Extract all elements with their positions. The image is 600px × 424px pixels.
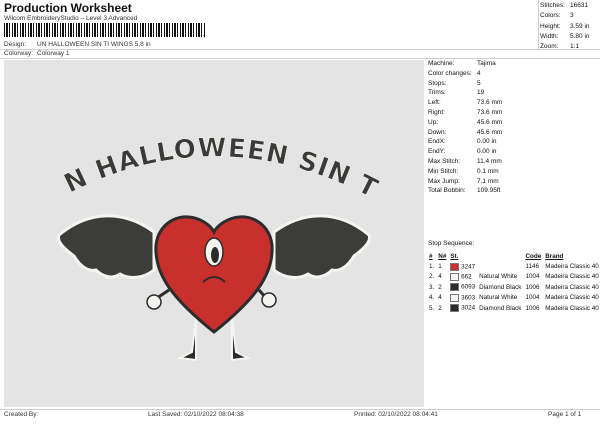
- barcode: [4, 23, 206, 37]
- stat-row: Colors: 3: [540, 12, 574, 20]
- barcode-tail: ,: [203, 28, 206, 38]
- footer-divider: [0, 409, 600, 410]
- info-row: Stops: 5: [428, 79, 481, 87]
- table-row: 4. 4 3603 Natural White 1004 Madeira Cla…: [429, 293, 599, 302]
- col-stop: #: [429, 252, 433, 260]
- left-glove: [146, 294, 162, 310]
- table-row: 3. 2 6093 Diamond Black 1006 Madeira Cla…: [429, 283, 599, 292]
- arched-title-text: UN HALLOWEEN SIN TI: [4, 60, 383, 205]
- stop-sequence-heading: Stop Sequence:: [428, 240, 475, 247]
- colorway-value: Colorway 1: [37, 50, 70, 57]
- info-row: Max Jump: 7.1 mm: [428, 177, 499, 185]
- last-saved: Last Saved: 02/10/2022 08:04:38: [148, 411, 244, 418]
- left-leg: [176, 317, 197, 362]
- stats-divider: [538, 0, 539, 50]
- col-brand: Brand: [545, 252, 564, 260]
- left-bat-wing: [56, 214, 156, 279]
- stat-row: Stitches: 16631: [540, 2, 589, 9]
- design-stats: Stitches: 16631 Colors: 3 Height: 3.59 in W…: [540, 1, 600, 52]
- color-swatch: [450, 293, 460, 302]
- info-row: Trims: 19: [428, 89, 485, 97]
- worksheet-title: Production Worksheet: [4, 1, 132, 15]
- created-by: Created By:: [4, 411, 39, 418]
- right-glove: [261, 292, 277, 308]
- color-swatch: [450, 272, 460, 281]
- embroidery-design: UN HALLOWEEN SIN TI: [0, 37, 383, 362]
- stat-row: Height: 3.59 in: [540, 22, 590, 30]
- design-preview: UN HALLOWEEN SIN TI: [0, 37, 424, 407]
- design-value: UN HALLOWEEN SIN TI WINGS 5,8 in: [37, 41, 151, 48]
- right-leg: [231, 317, 252, 362]
- color-swatch: [450, 304, 460, 313]
- stop-sequence-table: # N# St. Code Brand 1. 1 3247 1146 Madei…: [427, 251, 600, 313]
- info-row: Max Stitch: 11.4 mm: [428, 157, 502, 165]
- software-subtitle: Wilcom EmbroideryStudio – Level 3 Advanc…: [4, 15, 138, 22]
- col-stitches: St.: [450, 252, 459, 260]
- design-label: Design:: [4, 41, 27, 48]
- color-swatch: [450, 262, 460, 271]
- info-row: Color changes: 4: [428, 69, 481, 77]
- table-row: 1. 1 3247 1146 Madeira Classic 40: [429, 262, 599, 271]
- divider: [0, 49, 600, 50]
- col-code: Code: [525, 252, 542, 260]
- machine-info: Machine: Tajima Color changes: 4 Stops: 5 T…: [428, 59, 598, 196]
- table-row: 2. 4 662 Natural White 1004 Madeira Clas…: [429, 272, 599, 281]
- color-swatch: [450, 283, 460, 292]
- table-header-row: # N# St. Code Brand: [427, 251, 600, 261]
- colorway-label: Colorway:: [4, 50, 33, 57]
- info-row: Min Stitch: 0.1 mm: [428, 167, 499, 175]
- page-number: Page 1 of 1: [548, 411, 582, 418]
- info-row: Up: 45.6 mm: [428, 118, 503, 126]
- info-row: Left: 73.6 mm: [428, 99, 503, 107]
- info-row: EndX: 0.00 in: [428, 138, 497, 146]
- info-row: EndY: 0.00 in: [428, 148, 497, 156]
- heart-body: [154, 215, 274, 334]
- info-row: Down: 45.6 mm: [428, 128, 503, 136]
- info-row: Right: 73.6 mm: [428, 108, 503, 116]
- info-row: Total Bobbin: 109.95ft: [428, 187, 501, 195]
- stat-row: Width: 5.80 in: [540, 32, 590, 40]
- heart-pupil: [211, 247, 219, 263]
- printed-date: Printed: 02/10/2022 08:04:41: [354, 411, 438, 418]
- info-row: Machine: Tajima: [428, 60, 496, 67]
- col-needle: N#: [438, 252, 447, 260]
- right-bat-wing: [272, 214, 372, 279]
- table-row: 5. 2 3024 Diamond Black 1006 Madeira Cla…: [429, 304, 599, 313]
- stat-row: Zoom: 1:1: [540, 43, 580, 51]
